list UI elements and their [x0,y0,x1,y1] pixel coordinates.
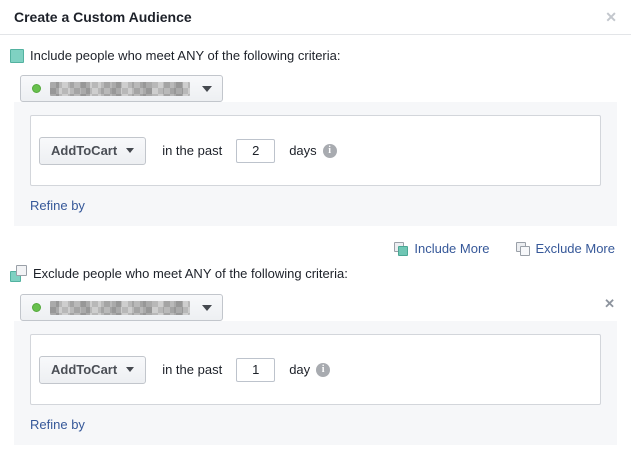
refine-by-link[interactable]: Refine by [30,198,85,213]
exclude-more-label: Exclude More [536,241,615,256]
include-selector-row [20,75,617,102]
exclude-more-icon [516,242,530,256]
exclude-heading-label: Exclude people who meet ANY of the follo… [33,266,348,281]
event-dropdown[interactable]: AddToCart [39,356,146,384]
exclude-rule-panel: AddToCart in the past day i Refine by [14,321,617,445]
dialog-body: Include people who meet ANY of the follo… [0,35,631,445]
dialog-title: Create a Custom Audience [14,9,192,25]
event-dropdown[interactable]: AddToCart [39,137,146,165]
include-more-icon [394,242,408,256]
info-icon[interactable]: i [323,144,337,158]
days-count-input[interactable] [236,358,275,382]
dialog-header: Create a Custom Audience ✕ [0,0,631,35]
exclude-rule-row: AddToCart in the past day i [39,356,590,384]
pixel-source-dropdown[interactable] [20,294,223,321]
days-unit-label: day [289,362,310,377]
include-rule-box: AddToCart in the past days i [30,115,601,186]
redacted-pixel-name [50,301,190,315]
event-label: AddToCart [51,362,117,377]
redacted-pixel-name [50,82,190,96]
refine-by-link[interactable]: Refine by [30,417,85,432]
include-more-link[interactable]: Include More [394,241,489,256]
include-section: Include people who meet ANY of the follo… [14,48,617,226]
create-custom-audience-dialog: Create a Custom Audience ✕ Include peopl… [0,0,631,453]
online-status-dot-icon [32,303,41,312]
in-the-past-label: in the past [162,362,222,377]
chevron-down-icon [126,367,134,372]
exclude-more-link[interactable]: Exclude More [516,241,615,256]
include-heading-label: Include people who meet ANY of the follo… [30,48,341,63]
close-icon[interactable]: ✕ [605,10,617,24]
online-status-dot-icon [32,84,41,93]
pixel-source-dropdown[interactable] [20,75,223,102]
info-icon[interactable]: i [316,363,330,377]
exclude-square-icon [10,265,27,282]
include-rule-row: AddToCart in the past days i [39,137,590,165]
include-more-label: Include More [414,241,489,256]
include-heading-row: Include people who meet ANY of the follo… [10,48,617,63]
chevron-down-icon [126,148,134,153]
remove-exclusion-icon[interactable]: ✕ [602,294,617,314]
in-the-past-label: in the past [162,143,222,158]
include-rule-panel: AddToCart in the past days i Refine by [14,102,617,226]
exclude-section: Exclude people who meet ANY of the follo… [14,265,617,445]
audience-actions-row: Include More Exclude More [14,241,615,256]
days-unit-label: days [289,143,316,158]
days-count-input[interactable] [236,139,275,163]
exclude-rule-box: AddToCart in the past day i [30,334,601,405]
event-label: AddToCart [51,143,117,158]
exclude-heading-row: Exclude people who meet ANY of the follo… [10,265,617,282]
exclude-selector-row: ✕ [20,294,617,321]
chevron-down-icon [202,305,212,311]
chevron-down-icon [202,86,212,92]
include-square-icon [10,49,24,63]
